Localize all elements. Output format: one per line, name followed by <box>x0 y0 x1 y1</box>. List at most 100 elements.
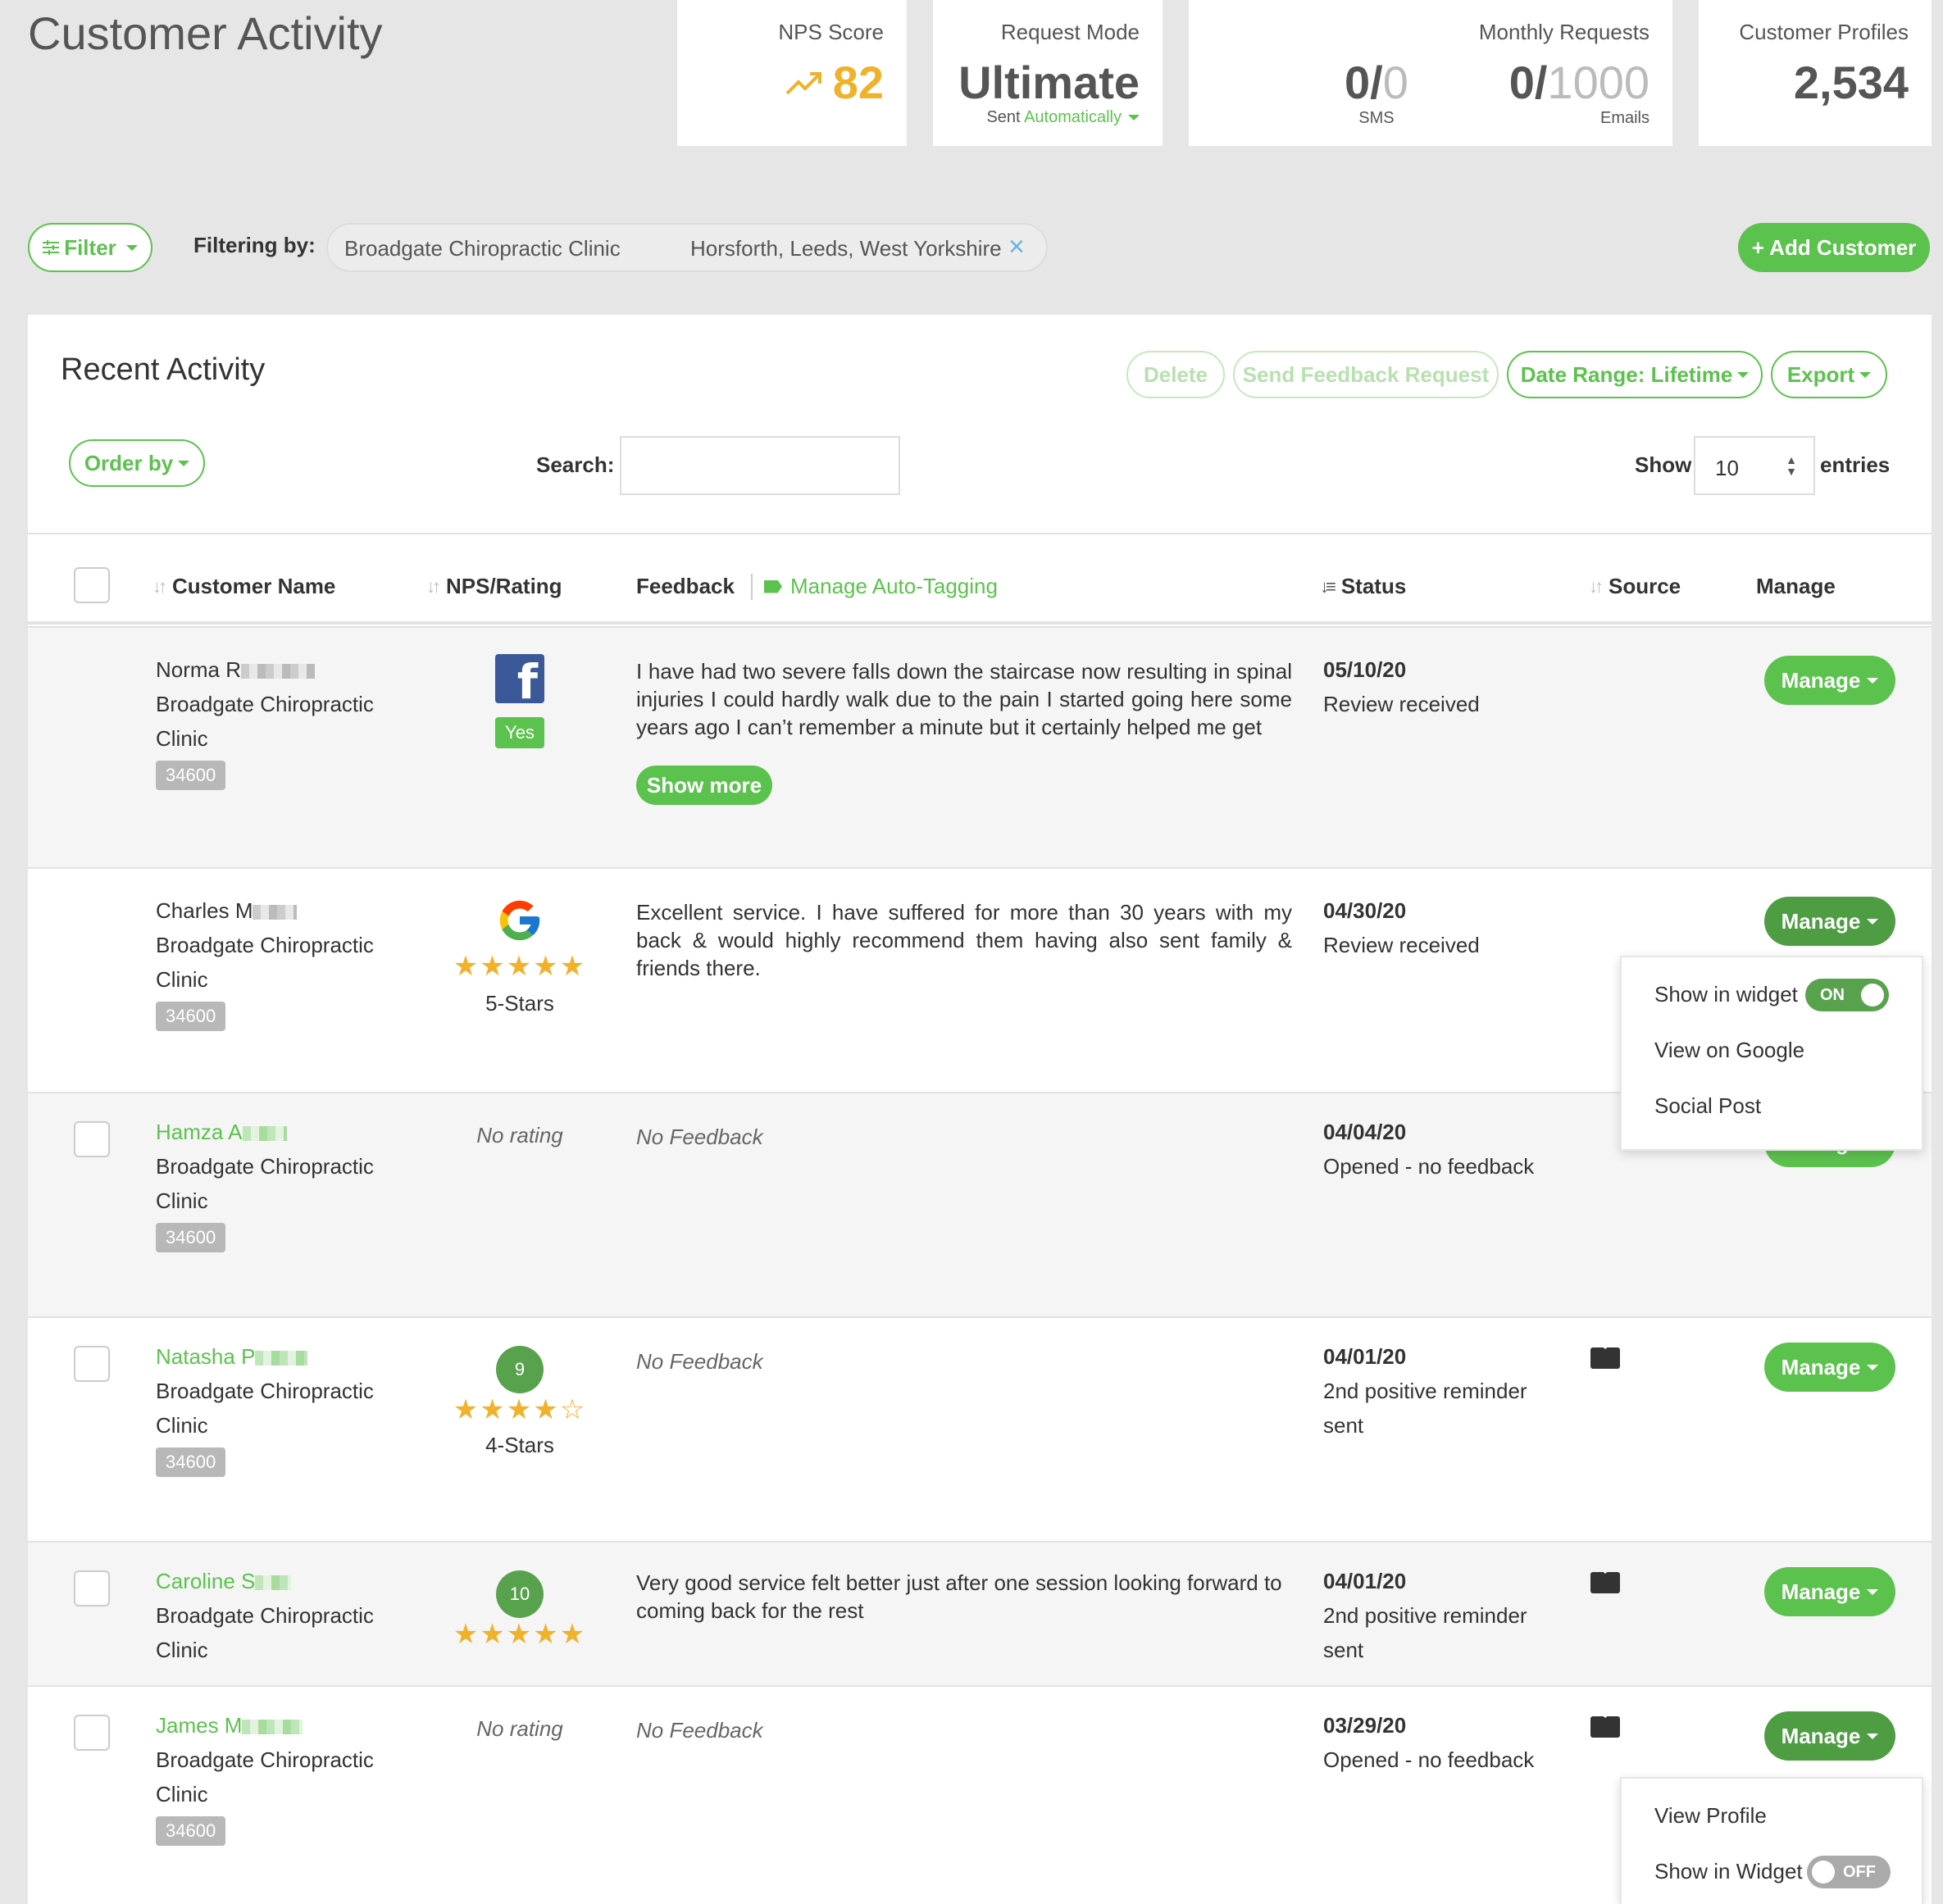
social-post-item[interactable]: Social Post <box>1654 1093 1761 1119</box>
widget-toggle[interactable]: OFF <box>1807 1856 1891 1888</box>
customer-name[interactable]: Norma R <box>156 657 241 682</box>
col-status[interactable]: ↓≡ Status <box>1320 574 1406 599</box>
email-counter: 0/1000 Emails <box>1509 56 1650 128</box>
toggle-knob <box>1812 1861 1835 1884</box>
customer-name[interactable]: Hamza A <box>156 1120 243 1144</box>
customer-id-badge: 34600 <box>156 1223 226 1252</box>
add-customer-button[interactable]: + Add Customer <box>1738 223 1930 272</box>
order-by-button[interactable]: Order by <box>69 439 205 487</box>
redacted-text <box>253 905 298 920</box>
chevron-down-icon <box>178 460 190 466</box>
show-label: Show <box>1635 452 1692 477</box>
emails-limit: 1000 <box>1547 57 1650 108</box>
customer-id-badge: 34600 <box>156 1002 226 1031</box>
google-icon <box>499 900 540 941</box>
status-text-2: sent <box>1323 1638 1364 1662</box>
customer-clinic-2: Clinic <box>156 1638 208 1662</box>
customer-name[interactable]: Caroline S <box>156 1569 255 1593</box>
show-more-button[interactable]: Show more <box>636 766 772 805</box>
automatically-link[interactable]: Automatically <box>1024 108 1122 126</box>
manage-label: Manage <box>1781 1579 1861 1604</box>
customer-name[interactable]: Natasha P <box>156 1344 255 1369</box>
order-by-label: Order by <box>84 450 174 475</box>
request-mode-card[interactable]: Request Mode Ultimate Sent Automatically <box>933 0 1163 146</box>
manage-button[interactable]: Manage <box>1764 1343 1895 1392</box>
show-in-widget-label: Show in Widget <box>1654 1859 1803 1884</box>
manage-button[interactable]: Manage <box>1764 656 1895 705</box>
col-nps-rating-label: NPS/Rating <box>446 574 562 598</box>
view-on-google-item[interactable]: View on Google <box>1654 1038 1804 1063</box>
widget-toggle[interactable]: ON <box>1805 979 1889 1011</box>
entries-value: 10 <box>1715 456 1739 480</box>
customer-clinic: Broadgate Chiropractic <box>156 1603 374 1628</box>
row-checkbox[interactable] <box>74 1570 110 1606</box>
customer-cell: Hamza A Broadgate Chiropractic Clinic 34… <box>156 1115 374 1253</box>
col-nps-rating[interactable]: ↓↑ NPS/Rating <box>426 574 562 599</box>
toggle-knob <box>1861 984 1884 1007</box>
status-date: 04/01/20 <box>1323 1569 1407 1593</box>
rating-cell: 10 ★★★★★ <box>430 1570 610 1651</box>
star-rating: ★★★★★ <box>453 1619 587 1650</box>
select-all-checkbox[interactable] <box>74 567 110 603</box>
row-checkbox[interactable] <box>74 1715 110 1751</box>
recent-activity-panel: Recent Activity Delete Send Feedback Req… <box>28 315 1932 1904</box>
toggle-label: OFF <box>1843 1863 1876 1881</box>
sort-icon: ↓↑ <box>1589 575 1604 597</box>
col-customer-name[interactable]: ↓↑ Customer Name <box>152 574 335 599</box>
status-cell: 04/30/20 Review received <box>1323 893 1553 962</box>
customer-id-badge: 34600 <box>156 1816 226 1846</box>
date-range-button[interactable]: Date Range: Lifetime <box>1507 351 1763 398</box>
request-mode-sub[interactable]: Sent Automatically <box>986 108 1140 127</box>
manage-auto-tagging-label: Manage Auto-Tagging <box>790 574 998 598</box>
manage-button[interactable]: Manage <box>1764 1567 1895 1616</box>
row-checkbox[interactable] <box>74 1346 110 1382</box>
search-input[interactable] <box>620 436 900 495</box>
close-icon[interactable]: × <box>1008 231 1025 263</box>
row-checkbox[interactable] <box>74 1121 110 1157</box>
redacted-text <box>255 1351 308 1366</box>
show-in-widget-item[interactable]: Show in Widget OFF <box>1654 1856 1925 1888</box>
manage-button[interactable]: Manage <box>1764 897 1895 946</box>
manage-dropdown-menu: Show in widget ON View on Google Social … <box>1620 956 1923 1151</box>
mail-icon <box>1590 1572 1620 1593</box>
show-in-widget-label: Show in widget <box>1654 982 1798 1007</box>
entries-select[interactable]: 10 ▲ ▼ <box>1694 436 1815 495</box>
export-button[interactable]: Export <box>1771 351 1887 398</box>
manage-button[interactable]: Manage <box>1764 1711 1895 1761</box>
chevron-down-icon <box>125 244 138 251</box>
status-text: Review received <box>1323 933 1480 957</box>
customer-clinic-2: Clinic <box>156 1413 208 1438</box>
manage-label: Manage <box>1781 908 1861 934</box>
status-date: 04/04/20 <box>1323 1120 1407 1144</box>
status-text: Opened - no feedback <box>1323 1154 1535 1179</box>
view-profile-item[interactable]: View Profile <box>1654 1803 1767 1829</box>
chevron-down-icon <box>1867 1588 1879 1595</box>
col-customer-name-label: Customer Name <box>172 574 336 598</box>
status-cell: 05/10/20 Review received <box>1323 652 1553 721</box>
sliders-icon <box>43 240 60 255</box>
manage-dropdown-menu: View Profile Show in Widget OFF <box>1620 1777 1923 1904</box>
show-in-widget-item[interactable]: Show in widget ON <box>1654 979 1925 1011</box>
filter-button[interactable]: Filter <box>28 223 152 272</box>
feedback-text: Excellent service. I have suffered for m… <box>636 900 1292 980</box>
send-feedback-request-button[interactable]: Send Feedback Request <box>1233 351 1499 398</box>
page-title: Customer Activity <box>28 7 383 59</box>
sms-limit: 0 <box>1382 57 1408 108</box>
customer-profiles-label: Customer Profiles <box>1739 20 1909 44</box>
divider <box>751 574 753 600</box>
table-row: Norma R Broadgate Chiropractic Clinic 34… <box>28 626 1932 867</box>
toggle-label: ON <box>1820 986 1845 1004</box>
redacted-text <box>242 1126 287 1142</box>
customer-clinic-2: Clinic <box>156 967 208 992</box>
delete-button[interactable]: Delete <box>1126 351 1225 398</box>
manage-auto-tagging-link[interactable]: Manage Auto-Tagging <box>764 574 998 599</box>
status-cell: 04/01/20 2nd positive reminder sent <box>1323 1339 1553 1443</box>
customer-clinic: Broadgate Chiropractic <box>156 933 374 957</box>
feedback-text: Very good service felt better just after… <box>636 1570 1282 1623</box>
customer-clinic-2: Clinic <box>156 1782 208 1806</box>
mail-icon <box>1590 1347 1620 1369</box>
customer-name[interactable]: James M <box>156 1713 242 1738</box>
col-source[interactable]: ↓↑ Source <box>1589 574 1681 599</box>
active-filter-chip: Broadgate Chiropractic Clinic Horsforth,… <box>326 223 1048 272</box>
customer-name[interactable]: Charles M <box>156 898 253 923</box>
